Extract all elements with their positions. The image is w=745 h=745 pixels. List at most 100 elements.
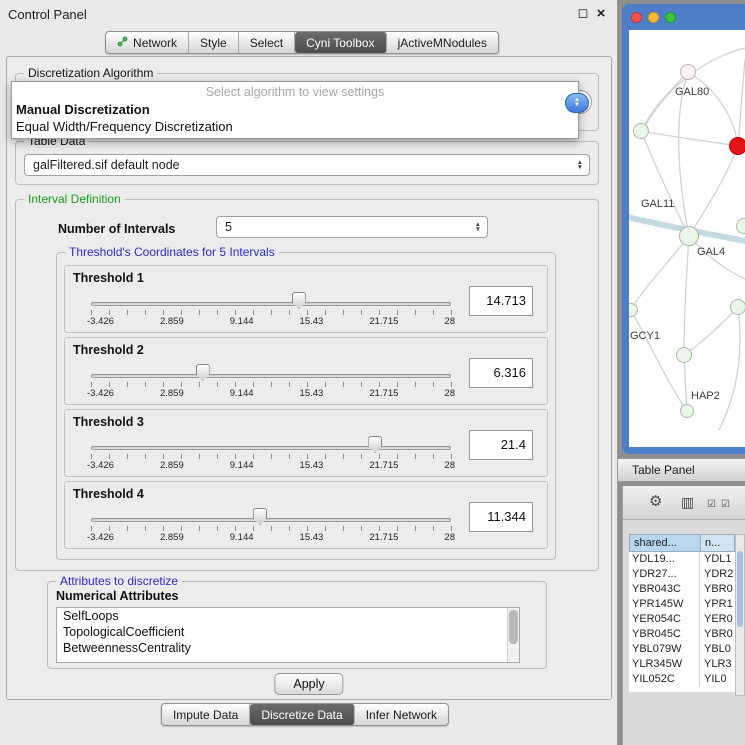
threshold-value-field[interactable]: 14.713 [469,286,533,316]
table-row[interactable]: YDL19... YDL1 [629,552,735,567]
cell-name: YLR3 [699,657,735,672]
select-all-icon[interactable]: ☑ [707,497,716,513]
threshold-value-field[interactable]: 11.344 [469,502,533,532]
threshold-slider-thumb[interactable] [253,508,267,525]
tab-cyni-toolbox[interactable]: Cyni Toolbox [295,32,386,53]
list-scrollbar-thumb[interactable] [509,610,518,644]
table-scrollbar-thumb[interactable] [737,551,743,627]
threshold-label: Threshold 1 [73,271,144,285]
slider-scale-label: 9.144 [230,316,254,327]
threshold-slider-track[interactable] [91,518,451,522]
slider-scale-label: 9.144 [230,460,254,471]
network-view-window: GAL80GAL11GAL4GCY1HAP2 [622,4,745,454]
list-scrollbar[interactable] [507,608,519,662]
network-node[interactable] [680,64,696,80]
table-row[interactable]: YLR345W YLR3 [629,657,735,672]
tab-style[interactable]: Style [189,32,239,53]
threshold-label: Threshold 3 [73,415,144,429]
window-zoom-icon[interactable] [665,12,676,23]
cell-name: YPR1 [699,597,735,612]
network-node[interactable] [679,226,699,246]
table-row[interactable]: YPR145W YPR1 [629,597,735,612]
network-node[interactable] [680,404,694,418]
table-row[interactable]: YBR043C YBR0 [629,582,735,597]
threshold-slider-track[interactable] [91,374,451,378]
table-data-group: Table Data galFiltered.sif default node … [15,141,599,185]
tab-jactivemnodules[interactable]: jActiveMNodules [387,32,498,53]
option-equal-width-frequency[interactable]: Equal Width/Frequency Discretization [12,118,578,135]
slider-scale-label: 15.43 [300,316,324,327]
attribute-list-item[interactable]: SelfLoops [57,608,519,624]
tab-impute-data[interactable]: Impute Data [162,704,250,725]
attribute-list-item[interactable]: TopologicalCoefficient [57,624,519,640]
column-header-shared-name[interactable]: shared... [629,534,701,552]
cell-name: YBR0 [699,582,735,597]
apply-button[interactable]: Apply [274,673,343,695]
slider-scale-label: 28 [444,532,455,543]
table-body: YDL19... YDL1 YDR27... YDR2 YBR043C YBR0… [629,552,735,692]
threshold-slider-thumb[interactable] [368,436,382,453]
columns-icon[interactable]: ▥ [681,494,694,510]
table-scrollbar[interactable] [735,534,745,696]
tab-select-label: Select [250,36,283,50]
slider-scale-label: 15.43 [300,388,324,399]
combobox-stepper-icon[interactable]: ▲▼ [565,93,589,113]
slider-scale-label: 21.715 [369,460,398,471]
network-canvas[interactable]: GAL80GAL11GAL4GCY1HAP2 [629,30,745,447]
threshold-value-field[interactable]: 6.316 [469,358,533,388]
cell-shared-name: YBR043C [629,582,699,597]
tab-infer-network[interactable]: Infer Network [355,704,448,725]
table-data-combobox[interactable]: galFiltered.sif default node ▲▼ [24,154,590,176]
table-row[interactable]: YDR27... YDR2 [629,567,735,582]
threshold-slider-ticks [91,382,452,387]
slider-scale-label: 2.859 [160,316,184,327]
attribute-list-item[interactable]: BetweennessCentrality [57,640,519,656]
option-manual-discretization[interactable]: Manual Discretization [12,101,578,118]
threshold-slider-thumb[interactable] [292,292,306,309]
cell-shared-name: YBR045C [629,627,699,642]
tab-discretize-data[interactable]: Discretize Data [250,704,354,725]
table-data-value: galFiltered.sif default node [33,158,180,172]
network-node[interactable] [730,299,745,315]
network-node[interactable] [736,218,745,234]
network-node[interactable] [633,123,649,139]
deselect-all-icon[interactable]: ☑ [721,497,730,513]
cyni-toolbox-panel: Discretization Algorithm ▲▼ Select algor… [6,56,612,700]
column-header-name[interactable]: n... [701,534,735,552]
threshold-slider-scale: -3.4262.8599.14415.4321.71528 [87,532,455,543]
table-row[interactable]: YER054C YER0 [629,612,735,627]
threshold-panel: Threshold 2 -3.4262.8599.14415.4321.7152… [64,337,548,405]
window-minimize-icon[interactable] [648,12,659,23]
tab-discretize-data-label: Discretize Data [261,708,342,722]
tab-infer-network-label: Infer Network [366,708,437,722]
tab-network[interactable]: Network [106,32,189,53]
threshold-slider-track[interactable] [91,302,451,306]
number-of-intervals-combobox[interactable]: 5 ▲▼ [216,216,488,238]
slider-scale-label: 28 [444,388,455,399]
network-node[interactable] [729,137,745,155]
cell-shared-name: YIL052C [629,672,699,687]
threshold-slider-scale: -3.4262.8599.14415.4321.71528 [87,388,455,399]
cell-name: YDL1 [699,552,735,567]
tab-select[interactable]: Select [239,32,295,53]
slider-scale-label: 28 [444,460,455,471]
network-tab-icon [117,36,128,50]
gear-icon[interactable]: ⚙ [649,494,662,510]
float-window-icon[interactable]: ◻ [575,5,591,21]
threshold-slider-thumb[interactable] [196,364,210,381]
threshold-value-field[interactable]: 21.4 [469,430,533,460]
window-close-icon[interactable] [631,12,642,23]
tab-impute-data-label: Impute Data [173,708,238,722]
threshold-slider-scale: -3.4262.8599.14415.4321.71528 [87,316,455,327]
network-node[interactable] [676,347,692,363]
threshold-slider-track[interactable] [91,446,451,450]
threshold-label: Threshold 2 [73,343,144,357]
slider-scale-label: 28 [444,316,455,327]
table-row[interactable]: YBR045C YBR0 [629,627,735,642]
table-row[interactable]: YBL079W YBL0 [629,642,735,657]
table-row[interactable]: YIL052C YIL0 [629,672,735,687]
numerical-attributes-list: SelfLoopsTopologicalCoefficientBetweenne… [56,607,520,663]
cell-name: YBR0 [699,627,735,642]
table-panel-window: ⚙ ▥ ☑ ☑ shared... n... YDL19... YDL1 YDR… [622,486,745,745]
close-icon[interactable]: × [593,5,609,22]
